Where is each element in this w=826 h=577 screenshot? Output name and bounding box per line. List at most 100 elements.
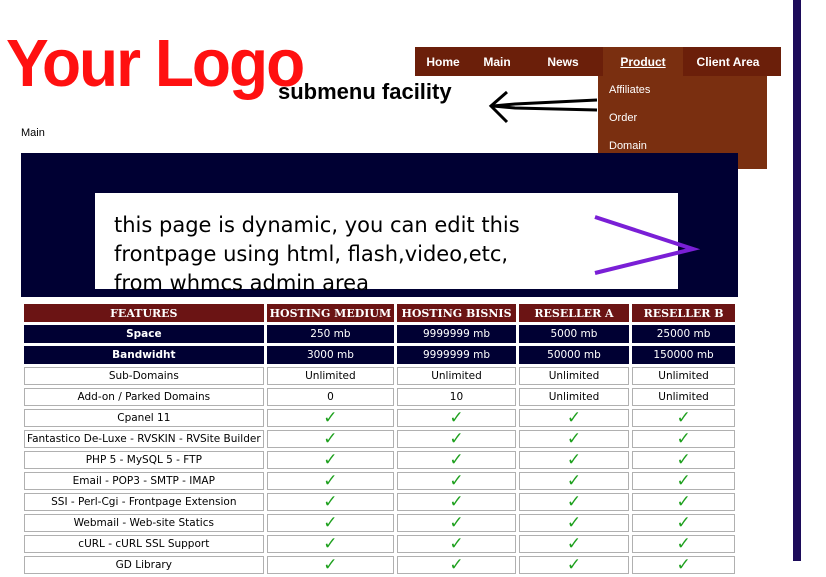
- check-cell: ✓: [632, 535, 735, 553]
- check-cell: ✓: [632, 514, 735, 532]
- value-cell: 9999999 mb: [397, 325, 516, 343]
- banner-message: this page is dynamic, you can edit this …: [114, 211, 574, 298]
- feature-cell: cURL - cURL SSL Support: [24, 535, 264, 553]
- table-row: Webmail - Web-site Statics ✓ ✓ ✓ ✓: [24, 514, 735, 532]
- value-cell: Unlimited: [397, 367, 516, 385]
- nav-client-area[interactable]: Client Area: [683, 47, 773, 76]
- logo[interactable]: Your Logo: [6, 24, 305, 102]
- checkmark-icon: ✓: [449, 450, 464, 470]
- check-cell: ✓: [632, 430, 735, 448]
- value-cell: Unlimited: [632, 367, 735, 385]
- checkmark-icon: ✓: [449, 408, 464, 428]
- check-rows: Cpanel 11 ✓ ✓ ✓ ✓ Fantastico De-Luxe - RVSKIN…: [24, 409, 735, 574]
- value-cell: 250 mb: [266, 325, 395, 343]
- table-row: PHP 5 - MySQL 5 - FTP ✓ ✓ ✓ ✓: [24, 451, 735, 469]
- feature-cell: Email - POP3 - SMTP - IMAP: [24, 472, 264, 490]
- checkmark-icon: ✓: [566, 492, 582, 512]
- table-row: GD Library ✓ ✓ ✓ ✓: [24, 556, 735, 574]
- feature-cell: SSI - Perl-Cgi - Frontpage Extension: [24, 493, 264, 511]
- banner: this page is dynamic, you can edit this …: [21, 153, 738, 297]
- submenu-item-affiliates[interactable]: Affiliates: [609, 84, 650, 96]
- check-cell: ✓: [397, 472, 516, 490]
- value-cell: 25000 mb: [632, 325, 735, 343]
- table-row: Email - POP3 - SMTP - IMAP ✓ ✓ ✓ ✓: [24, 472, 735, 490]
- check-cell: ✓: [518, 492, 630, 512]
- checkmark-icon: ✓: [676, 471, 691, 491]
- checkmark-icon: ✓: [323, 471, 338, 491]
- submenu-item-order[interactable]: Order: [609, 112, 637, 124]
- check-cell: ✓: [266, 450, 395, 470]
- check-cell: ✓: [632, 493, 735, 511]
- banner-message-box: this page is dynamic, you can edit this …: [95, 193, 678, 295]
- check-cell: ✓: [518, 534, 630, 554]
- checkmark-icon: ✓: [323, 450, 338, 470]
- value-cell: 150000 mb: [632, 346, 735, 364]
- nav-news[interactable]: News: [523, 47, 603, 76]
- check-cell: ✓: [397, 514, 516, 532]
- check-cell: ✓: [632, 556, 735, 574]
- checkmark-icon: ✓: [449, 492, 464, 512]
- table-header-row: FEATURES HOSTING MEDIUM HOSTING BISNIS R…: [24, 304, 735, 322]
- column-header: FEATURES: [24, 304, 264, 322]
- checkmark-icon: ✓: [449, 513, 464, 533]
- checkmark-icon: ✓: [676, 534, 691, 554]
- value-cell: Unlimited: [518, 388, 630, 406]
- checkmark-icon: ✓: [323, 408, 338, 428]
- column-header: HOSTING BISNIS: [397, 304, 516, 322]
- value-cell: 50000 mb: [518, 346, 630, 364]
- banner-line: from whmcs admin area: [114, 271, 369, 295]
- table-row: Sub-Domains Unlimited Unlimited Unlimite…: [24, 367, 735, 385]
- checkmark-icon: ✓: [566, 513, 582, 533]
- banner-arrow-icon: [594, 215, 701, 275]
- submenu-annotation-label: submenu facility: [278, 79, 452, 104]
- checkmark-icon: ✓: [566, 471, 582, 491]
- pricing-table: FEATURES HOSTING MEDIUM HOSTING BISNIS R…: [21, 301, 738, 577]
- submenu-item-domain[interactable]: Domain: [609, 140, 647, 152]
- check-cell: ✓: [632, 451, 735, 469]
- nav-home[interactable]: Home: [415, 47, 471, 76]
- checkmark-icon: ✓: [676, 555, 691, 575]
- checkmark-icon: ✓: [676, 513, 691, 533]
- feature-cell: GD Library: [24, 556, 264, 574]
- value-cell: 10: [397, 388, 516, 406]
- value-cell: 5000 mb: [518, 325, 630, 343]
- column-header: RESELLER A: [518, 304, 630, 322]
- banner-line: frontpage using html, flash,video,etc,: [114, 242, 509, 266]
- nav-main[interactable]: Main: [471, 47, 523, 76]
- main-nav: Home Main News Product Client Area: [415, 47, 781, 76]
- checkmark-icon: ✓: [566, 408, 582, 428]
- annotation-arrow-icon: [488, 90, 598, 124]
- check-cell: ✓: [266, 513, 395, 533]
- check-cell: ✓: [266, 555, 395, 575]
- check-cell: ✓: [397, 493, 516, 511]
- table-row: cURL - cURL SSL Support ✓ ✓ ✓ ✓: [24, 535, 735, 553]
- nav-product[interactable]: Product: [603, 47, 683, 76]
- check-cell: ✓: [518, 450, 630, 470]
- checkmark-icon: ✓: [323, 555, 338, 575]
- feature-cell: Cpanel 11: [24, 409, 264, 427]
- checkmark-icon: ✓: [449, 471, 464, 491]
- value-cell: 3000 mb: [266, 346, 395, 364]
- checkmark-icon: ✓: [566, 450, 582, 470]
- checkmark-icon: ✓: [566, 534, 582, 554]
- breadcrumb: Main: [21, 127, 45, 139]
- check-cell: ✓: [632, 409, 735, 427]
- check-cell: ✓: [518, 408, 630, 428]
- feature-cell: Webmail - Web-site Statics: [24, 514, 264, 532]
- checkmark-icon: ✓: [323, 429, 338, 449]
- check-cell: ✓: [266, 471, 395, 491]
- feature-cell: Bandwidht: [24, 346, 264, 364]
- page-right-border: [793, 0, 801, 561]
- check-cell: ✓: [397, 430, 516, 448]
- value-cell: Unlimited: [266, 367, 395, 385]
- value-cell: 0: [266, 388, 395, 406]
- check-cell: ✓: [632, 472, 735, 490]
- check-cell: ✓: [266, 493, 395, 511]
- check-cell: ✓: [266, 408, 395, 428]
- checkmark-icon: ✓: [323, 513, 338, 533]
- check-cell: ✓: [518, 556, 630, 574]
- check-cell: ✓: [518, 429, 630, 449]
- checkmark-icon: ✓: [566, 429, 582, 449]
- checkmark-icon: ✓: [676, 450, 691, 470]
- check-cell: ✓: [266, 535, 395, 553]
